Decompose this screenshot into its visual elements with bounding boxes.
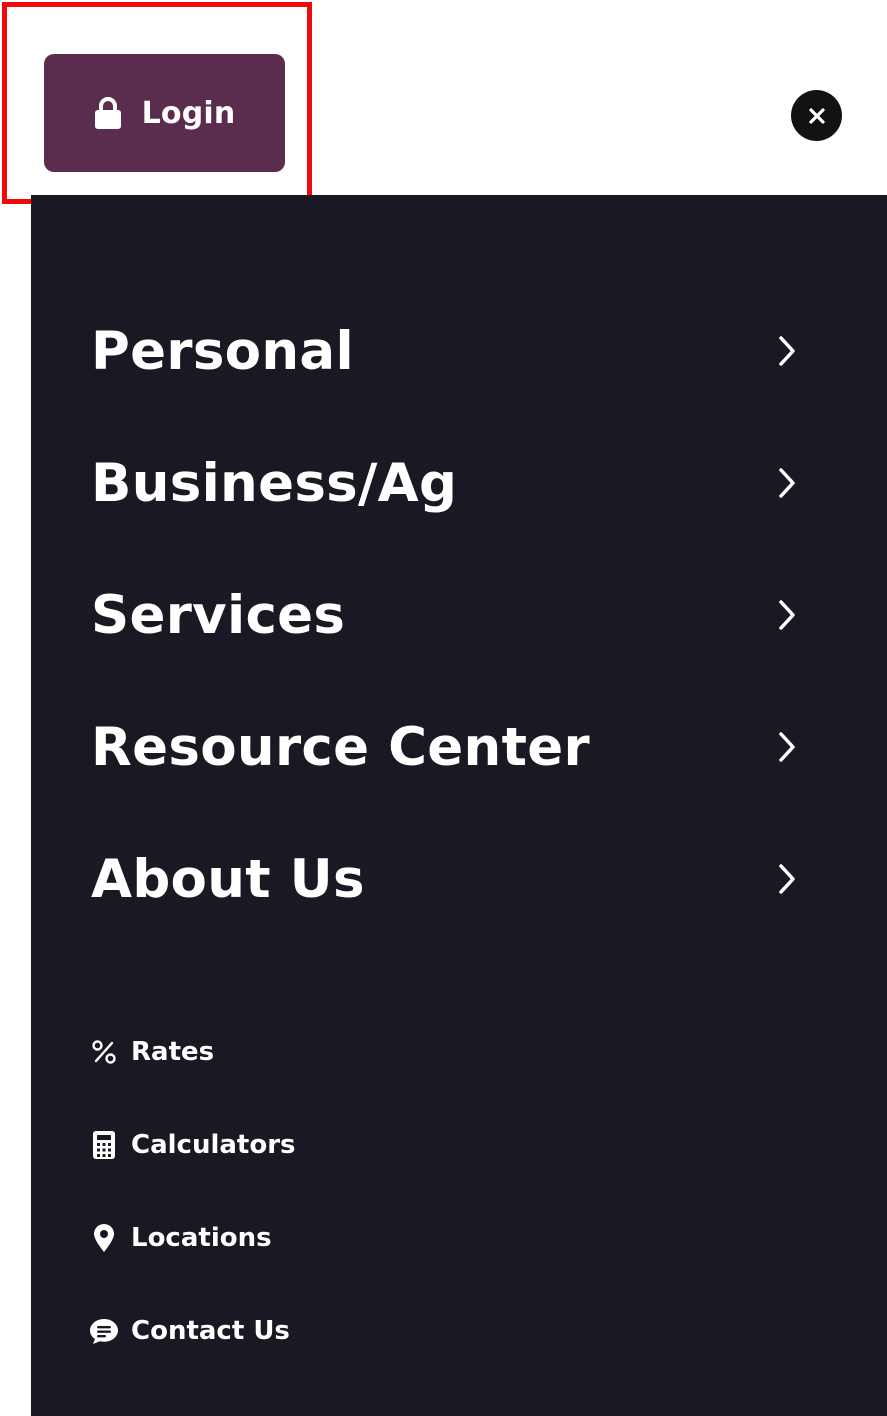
- login-label: Login: [141, 95, 236, 131]
- nav-item-resource-center[interactable]: Resource Center: [31, 681, 887, 813]
- nav-item-label: Personal: [91, 320, 354, 382]
- menu-header: Login: [0, 0, 887, 195]
- link-label: Locations: [131, 1222, 272, 1253]
- nav-item-personal[interactable]: Personal: [31, 285, 887, 417]
- chevron-right-icon: [776, 598, 798, 632]
- secondary-nav: Rates Calculators Locations Contact Us: [31, 1005, 887, 1377]
- percent-icon: [89, 1037, 119, 1067]
- link-label: Calculators: [131, 1129, 296, 1160]
- nav-item-services[interactable]: Services: [31, 549, 887, 681]
- nav-item-business-ag[interactable]: Business/Ag: [31, 417, 887, 549]
- nav-item-label: Services: [91, 584, 346, 646]
- calculator-icon: [89, 1130, 119, 1160]
- map-pin-icon: [89, 1223, 119, 1253]
- link-calculators[interactable]: Calculators: [31, 1098, 887, 1191]
- nav-item-label: About Us: [91, 848, 365, 910]
- link-locations[interactable]: Locations: [31, 1191, 887, 1284]
- link-label: Rates: [131, 1036, 215, 1067]
- nav-item-about-us[interactable]: About Us: [31, 813, 887, 945]
- nav-item-label: Resource Center: [91, 716, 590, 778]
- chevron-right-icon: [776, 862, 798, 896]
- link-contact-us[interactable]: Contact Us: [31, 1284, 887, 1377]
- menu-panel: Personal Business/Ag Services Resource C…: [31, 195, 887, 1416]
- chevron-right-icon: [776, 466, 798, 500]
- chevron-right-icon: [776, 730, 798, 764]
- chevron-right-icon: [776, 334, 798, 368]
- chat-bubble-icon: [89, 1316, 119, 1346]
- close-button[interactable]: [791, 90, 842, 141]
- link-label: Contact Us: [131, 1315, 290, 1346]
- page: Login Personal Business/Ag Services Reso…: [0, 0, 887, 1416]
- primary-nav: Personal Business/Ag Services Resource C…: [31, 285, 887, 945]
- link-rates[interactable]: Rates: [31, 1005, 887, 1098]
- nav-item-label: Business/Ag: [91, 452, 458, 514]
- lock-icon: [94, 96, 122, 130]
- login-button[interactable]: Login: [44, 54, 285, 172]
- close-icon: [807, 106, 827, 126]
